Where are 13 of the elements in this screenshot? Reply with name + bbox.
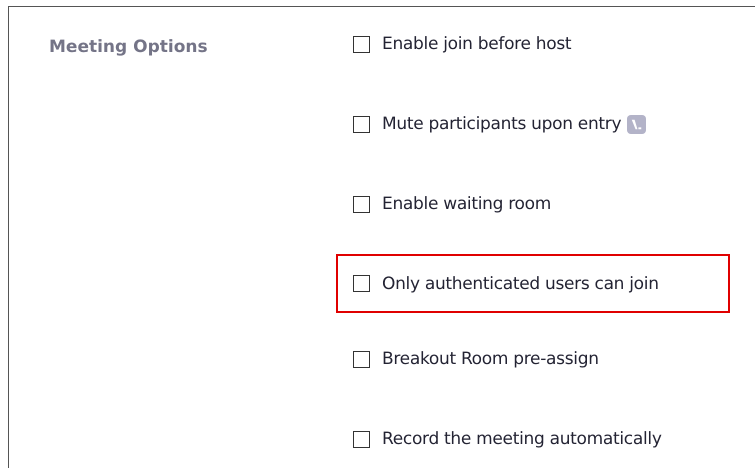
checkbox[interactable]	[353, 196, 370, 212]
option-label[interactable]: Enable waiting room	[382, 194, 551, 214]
option-label[interactable]: Only authenticated users can join	[382, 274, 659, 294]
option-label[interactable]: Enable join before host	[382, 34, 572, 54]
option-label[interactable]: Breakout Room pre-assign	[382, 349, 599, 369]
checkbox[interactable]	[353, 275, 370, 292]
checkbox[interactable]	[353, 36, 370, 52]
checkbox[interactable]	[353, 116, 370, 132]
section-label: Meeting Options	[49, 37, 208, 57]
checkbox[interactable]	[353, 430, 370, 448]
checkbox[interactable]	[353, 350, 370, 368]
option-label[interactable]: Mute participants upon entry	[382, 114, 622, 134]
option-label[interactable]: Record the meeting automatically	[382, 429, 662, 449]
